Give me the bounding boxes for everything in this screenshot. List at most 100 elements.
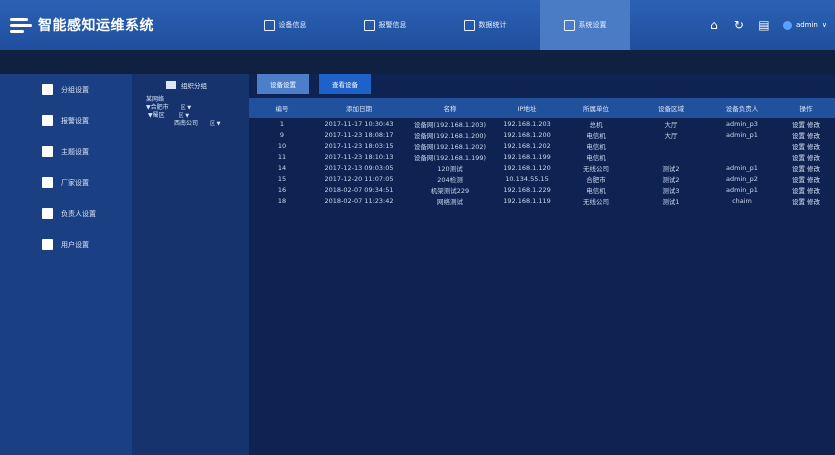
- tree-node-extra: 区 ▼: [210, 121, 221, 127]
- settings-action-link[interactable]: 设置: [792, 143, 805, 151]
- col-name[interactable]: 名称: [403, 98, 497, 118]
- cell-name: 120测试: [437, 164, 463, 173]
- refresh-icon[interactable]: ↻: [733, 19, 745, 31]
- edit-action-link[interactable]: 修改: [807, 198, 820, 206]
- alarm-icon: [42, 115, 53, 126]
- view-devices-button[interactable]: 查看设备: [319, 74, 371, 94]
- nav-device-info[interactable]: 设备信息: [240, 0, 330, 50]
- tree-header-label: 组织分组: [181, 82, 207, 90]
- cell-name: 网络测试: [437, 197, 463, 206]
- settings-action-link[interactable]: 设置: [792, 132, 805, 140]
- cell-area: 测试1: [662, 197, 680, 206]
- avatar: [782, 20, 792, 30]
- cell-date: 2017-11-23 18:10:13: [324, 152, 394, 161]
- table-row[interactable]: 1 2017-11-17 10:30:43 设备网(192.168.1.203) 19…: [249, 118, 835, 129]
- device-table: 编号 添加日期 名称 IP地址 所属单位 设备区域 设备负责人 操作 1 2017…: [249, 98, 835, 206]
- left-nav-theme[interactable]: 主题设置: [0, 136, 132, 167]
- left-nav-alarm[interactable]: 报警设置: [0, 105, 132, 136]
- left-nav-owner[interactable]: 负责人设置: [0, 198, 132, 229]
- nav-statistics[interactable]: 数据统计: [440, 0, 530, 50]
- home-icon[interactable]: ⌂: [708, 19, 720, 31]
- cell-unit: 总机: [589, 120, 603, 129]
- cell-ip: 10.134.55.15: [505, 174, 549, 183]
- settings-action-link[interactable]: 设置: [792, 121, 805, 129]
- edit-action-link[interactable]: 修改: [807, 176, 820, 184]
- nav-alarm-info[interactable]: 报警信息: [340, 0, 430, 50]
- tree-node[interactable]: ▼蜀区 区 ▼: [146, 112, 220, 120]
- nav-system-settings[interactable]: 系统设置: [540, 0, 630, 50]
- settings-action-link[interactable]: 设置: [792, 176, 805, 184]
- nav-alarm-info-label: 报警信息: [378, 21, 407, 29]
- tree-node-extra: 区 ▼: [178, 113, 190, 119]
- device-settings-button[interactable]: 设备设置: [257, 74, 309, 94]
- alarm-icon: [363, 19, 375, 31]
- sub-bar: [0, 50, 835, 74]
- tree-node[interactable]: 某网络: [146, 96, 220, 104]
- cell-area: 大厅: [664, 131, 678, 140]
- tree-node-label: ▼合肥市: [146, 104, 169, 111]
- theme-icon: [42, 146, 53, 157]
- edit-action-link[interactable]: 修改: [807, 132, 820, 140]
- group-icon: [42, 84, 53, 95]
- cell-ip: 192.168.1.120: [503, 163, 551, 172]
- table-row[interactable]: 9 2017-11-23 18:08:17 设备网(192.168.1.200) 19…: [249, 129, 835, 140]
- cell-actions: 设置 修改: [777, 129, 835, 140]
- edit-action-link[interactable]: 修改: [807, 143, 820, 151]
- settings-action-link[interactable]: 设置: [792, 187, 805, 195]
- edit-action-link[interactable]: 修改: [807, 165, 820, 173]
- table-body: 1 2017-11-17 10:30:43 设备网(192.168.1.203) 19…: [249, 118, 835, 206]
- col-date[interactable]: 添加日期: [315, 98, 403, 118]
- tree-node[interactable]: ▼合肥市 区 ▼: [146, 104, 220, 112]
- cell-owner: admin_p3: [726, 119, 758, 128]
- cell-area: 测试2: [662, 175, 680, 184]
- col-actions[interactable]: 操作: [777, 98, 835, 118]
- left-nav-user[interactable]: 用户设置: [0, 229, 132, 260]
- message-icon[interactable]: ▤: [758, 19, 770, 31]
- cell-date: 2017-11-17 10:30:43: [324, 119, 394, 128]
- table-row[interactable]: 14 2017-12-13 09:03:05 120测试 192.168.1.120 无…: [249, 162, 835, 173]
- col-id[interactable]: 编号: [249, 98, 315, 118]
- left-nav-group[interactable]: 分组设置: [0, 74, 132, 105]
- cell-owner: admin_p2: [726, 174, 758, 183]
- edit-action-link[interactable]: 修改: [807, 121, 820, 129]
- col-owner[interactable]: 设备负责人: [707, 98, 777, 118]
- tree-node-label: 西南公司: [174, 120, 199, 127]
- edit-action-link[interactable]: 修改: [807, 154, 820, 162]
- col-unit[interactable]: 所属单位: [557, 98, 635, 118]
- table-row[interactable]: 15 2017-12-20 11:07:05 204检测 10.134.55.15 合肥…: [249, 173, 835, 184]
- top-header: 智能感知运维系统 设备信息 报警信息 数据统计 系统设置 ⌂ ↻ ▤ admin…: [0, 0, 835, 50]
- table-row[interactable]: 10 2017-11-23 18:03:15 设备网(192.168.1.202) 1…: [249, 140, 835, 151]
- left-nav-vendor-label: 厂家设置: [61, 178, 89, 187]
- cell-date: 2017-12-20 11:07:05: [324, 174, 394, 183]
- cell-actions: 设置 修改: [777, 173, 835, 184]
- settings-action-link[interactable]: 设置: [792, 198, 805, 206]
- settings-action-link[interactable]: 设置: [792, 165, 805, 173]
- edit-action-link[interactable]: 修改: [807, 187, 820, 195]
- col-ip[interactable]: IP地址: [497, 98, 557, 118]
- cell-id: 1: [279, 119, 285, 128]
- vendor-icon: [42, 177, 53, 188]
- cell-unit: 无线公司: [583, 197, 609, 206]
- tree-node[interactable]: 西南公司 区 ▼: [146, 120, 220, 128]
- settings-action-link[interactable]: 设置: [792, 154, 805, 162]
- table-row[interactable]: 18 2018-02-07 11:23:42 网络测试 192.168.1.119 无线…: [249, 195, 835, 206]
- col-area[interactable]: 设备区域: [635, 98, 707, 118]
- user-menu[interactable]: admin ∨: [782, 20, 827, 30]
- cell-name: 设备网(192.168.1.199): [413, 153, 487, 162]
- main-content: 设备设置 查看设备 编号 添加日期 名称 IP地址 所属单位 设备区域 设备负责…: [249, 74, 835, 455]
- cell-actions: 设置 修改: [777, 151, 835, 162]
- cell-date: 2018-02-07 11:23:42: [324, 196, 394, 205]
- left-nav-vendor[interactable]: 厂家设置: [0, 167, 132, 198]
- user-icon: [42, 239, 53, 250]
- cell-ip: 192.168.1.119: [503, 196, 551, 205]
- cell-owner: admin_p1: [726, 130, 758, 139]
- cell-name: 204检测: [437, 175, 463, 184]
- table-row[interactable]: 11 2017-11-23 18:10:13 设备网(192.168.1.199) 1…: [249, 151, 835, 162]
- action-bar: 设备设置 查看设备: [249, 74, 835, 96]
- cell-id: 9: [279, 130, 285, 139]
- cell-actions: 设置 修改: [777, 184, 835, 195]
- org-tree-panel: 组织分组 某网络 ▼合肥市区 ▼ ▼蜀区区 ▼ 西南公司区 ▼: [132, 74, 249, 455]
- cell-name: 设备网(192.168.1.200): [413, 131, 487, 140]
- cell-ip: 192.168.1.200: [503, 130, 551, 139]
- table-row[interactable]: 16 2018-02-07 09:34:51 机架测试229 192.168.1.22…: [249, 184, 835, 195]
